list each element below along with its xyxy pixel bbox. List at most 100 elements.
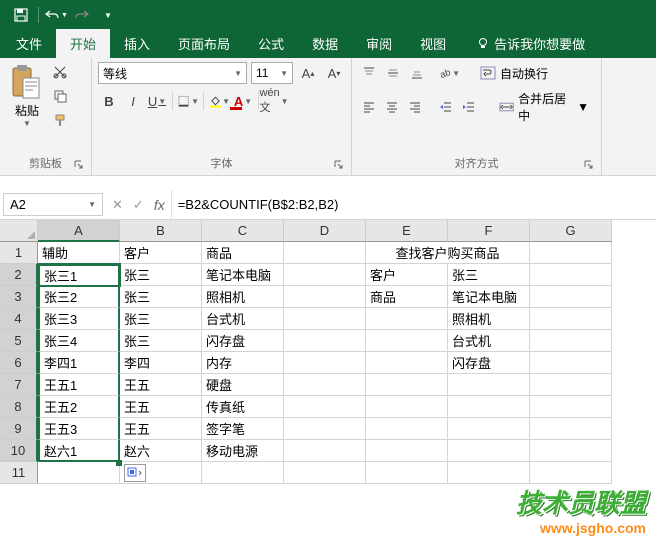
cell[interactable] [284,440,366,462]
cell[interactable] [366,374,448,396]
cell[interactable] [284,462,366,484]
col-header-B[interactable]: B [120,220,202,242]
increase-font-icon[interactable]: A▴ [297,62,319,84]
decrease-font-icon[interactable]: A▾ [323,62,345,84]
cell[interactable]: 硬盘 [202,374,284,396]
save-icon[interactable] [8,2,34,28]
cell[interactable]: 赵六 [120,440,202,462]
cell[interactable]: 王五3 [38,418,120,440]
cell[interactable] [448,396,530,418]
cell[interactable]: 台式机 [202,308,284,330]
cell[interactable] [530,374,612,396]
cell[interactable] [530,462,612,484]
tab-formulas[interactable]: 公式 [244,29,298,58]
align-right-icon[interactable] [404,96,425,118]
cell[interactable] [448,440,530,462]
cell[interactable] [284,264,366,286]
cell[interactable] [284,286,366,308]
cell[interactable]: 移动电源 [202,440,284,462]
cancel-formula-icon[interactable]: ✕ [112,197,123,213]
autofill-options-button[interactable] [124,464,146,482]
tab-view[interactable]: 视图 [406,29,460,58]
dialog-launcher-icon[interactable] [583,159,595,171]
row-header[interactable]: 1 [0,242,38,264]
row-header[interactable]: 2 [0,264,38,286]
col-header-C[interactable]: C [202,220,284,242]
cell[interactable] [284,242,366,264]
dialog-launcher-icon[interactable] [333,159,345,171]
col-header-A[interactable]: A [38,220,120,242]
cell[interactable] [366,462,448,484]
cell[interactable] [38,462,120,484]
fill-handle[interactable] [116,460,122,466]
align-center-icon[interactable] [381,96,402,118]
col-header-G[interactable]: G [530,220,612,242]
cell[interactable] [284,374,366,396]
tab-review[interactable]: 审阅 [352,29,406,58]
cut-icon[interactable] [50,62,70,82]
cell[interactable] [366,396,448,418]
wrap-text-button[interactable]: 自动换行 [474,63,554,84]
cell[interactable] [530,308,612,330]
cell[interactable]: 张三3 [38,308,120,330]
cell-active[interactable]: 张三1 [38,264,120,286]
align-middle-icon[interactable] [382,62,404,84]
font-name-select[interactable]: 等线▼ [98,62,247,84]
cell[interactable] [284,308,366,330]
cell[interactable]: 查找客户购买商品 [366,242,530,264]
orientation-button[interactable]: ab▼ [438,62,460,84]
cell[interactable] [530,396,612,418]
cell[interactable]: 王五 [120,396,202,418]
cell[interactable]: 李四 [120,352,202,374]
fill-color-button[interactable]: ▼ [208,90,230,112]
cell[interactable]: 闪存盘 [202,330,284,352]
cell[interactable] [448,418,530,440]
row-header[interactable]: 7 [0,374,38,396]
cell[interactable]: 照相机 [202,286,284,308]
insert-function-icon[interactable]: fx [154,197,165,213]
cell[interactable] [448,374,530,396]
formula-bar[interactable]: =B2&COUNTIF(B$2:B2,B2) [171,190,656,219]
cell[interactable]: 笔记本电脑 [448,286,530,308]
format-painter-icon[interactable] [50,110,70,130]
bold-button[interactable]: B [98,90,120,112]
increase-indent-icon[interactable] [458,96,479,118]
cell[interactable]: 王五1 [38,374,120,396]
undo-icon[interactable]: ▼ [43,2,69,28]
font-color-button[interactable]: A▼ [232,90,254,112]
col-header-E[interactable]: E [366,220,448,242]
align-left-icon[interactable] [358,96,379,118]
cell[interactable]: 客户 [120,242,202,264]
tab-insert[interactable]: 插入 [110,29,164,58]
phonetic-field-button[interactable]: wén文▼ [263,90,285,112]
italic-button[interactable]: I [122,90,144,112]
border-button[interactable]: ▼ [177,90,199,112]
accept-formula-icon[interactable]: ✓ [133,197,144,213]
cell[interactable]: 照相机 [448,308,530,330]
cell[interactable] [530,264,612,286]
cell[interactable] [284,352,366,374]
row-header[interactable]: 8 [0,396,38,418]
row-header[interactable]: 5 [0,330,38,352]
cell[interactable] [448,462,530,484]
font-size-select[interactable]: 11▼ [251,62,293,84]
cell[interactable] [530,330,612,352]
cell[interactable] [530,286,612,308]
customize-qat-icon[interactable]: ▼ [95,2,121,28]
cell[interactable]: 张三 [120,330,202,352]
dialog-launcher-icon[interactable] [73,159,85,171]
cell[interactable]: 张三2 [38,286,120,308]
cell[interactable]: 王五 [120,418,202,440]
cell[interactable]: 张三 [120,308,202,330]
row-header[interactable]: 6 [0,352,38,374]
copy-icon[interactable] [50,86,70,106]
cell[interactable] [366,418,448,440]
tab-page-layout[interactable]: 页面布局 [164,29,244,58]
cell[interactable] [284,396,366,418]
cell[interactable] [530,418,612,440]
tab-home[interactable]: 开始 [56,29,110,58]
decrease-indent-icon[interactable] [435,96,456,118]
tab-data[interactable]: 数据 [298,29,352,58]
cell[interactable] [366,440,448,462]
col-header-D[interactable]: D [284,220,366,242]
